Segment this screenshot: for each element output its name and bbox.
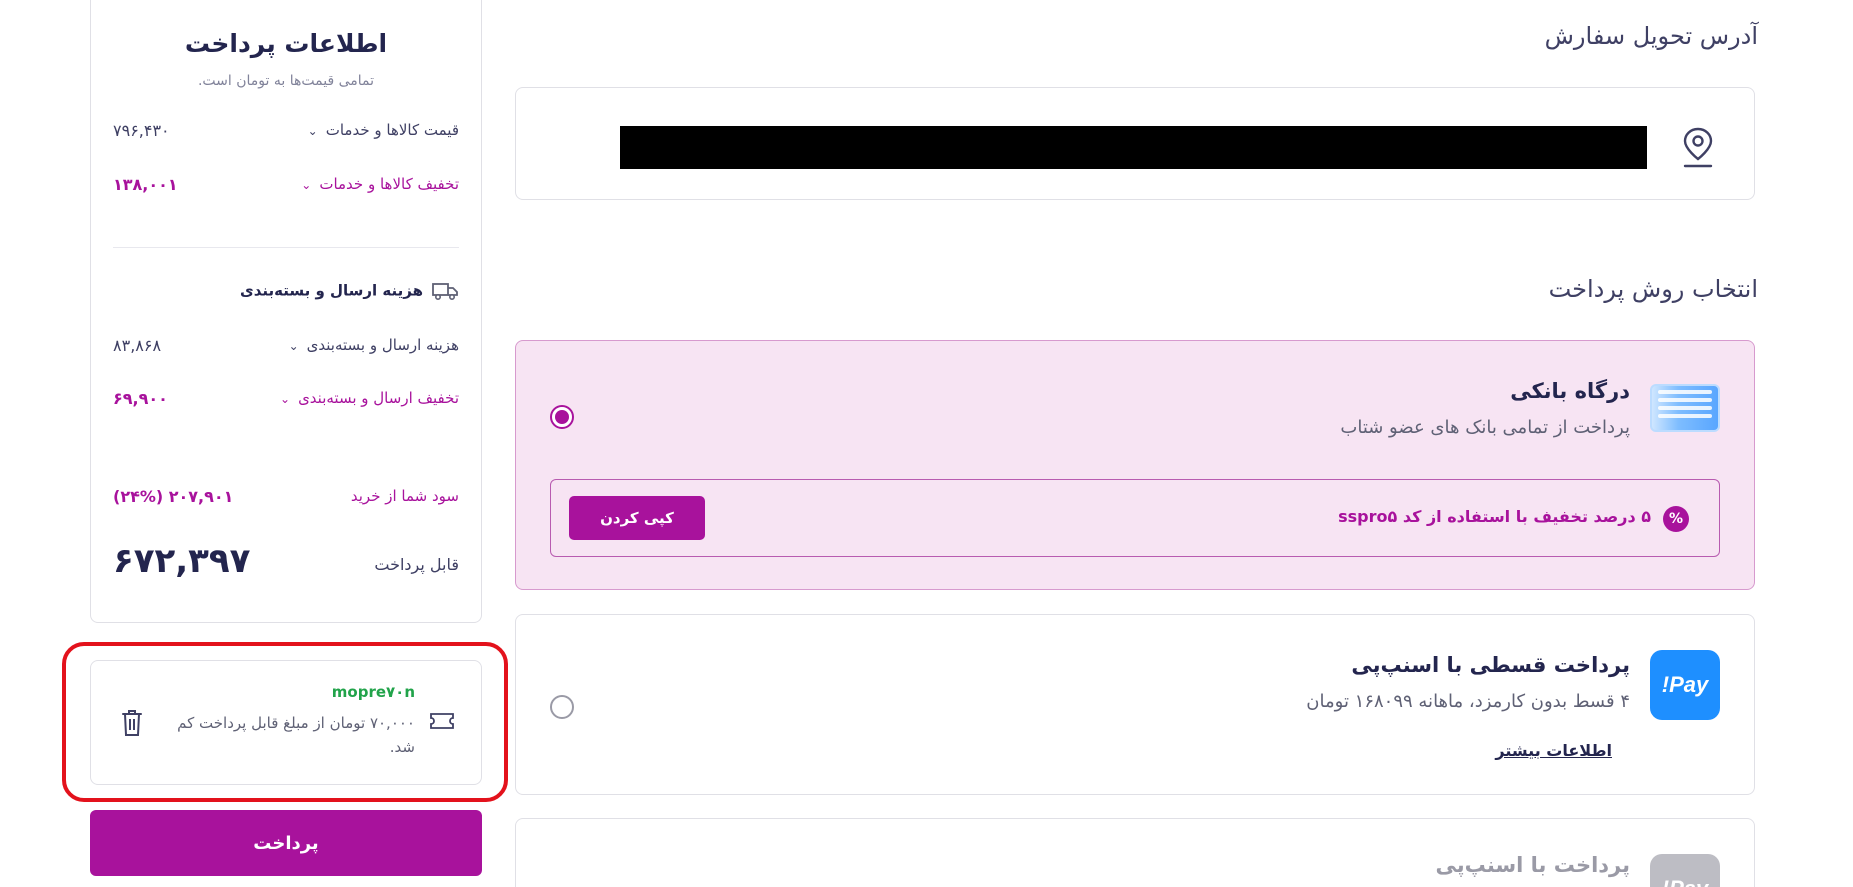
shipping-header: هزینه ارسال و بسته‌بندی (240, 281, 459, 301)
snappay-logo-icon: Pay! (1650, 650, 1720, 720)
truck-icon (432, 283, 458, 301)
trash-icon[interactable] (121, 709, 143, 737)
payment-radio-snappay-installment[interactable] (550, 695, 574, 719)
profit-label: سود شما از خرید (350, 487, 459, 505)
payment-option-name: درگاه بانکی (1510, 379, 1630, 403)
chevron-down-icon: ⌄ (280, 392, 291, 406)
voucher-card: mopre۷۰n ۷۰,۰۰۰ تومان از مبلغ قابل پرداخ… (90, 660, 482, 785)
items-discount-label: تخفیف کالاها و خدمات⌄ (301, 175, 459, 193)
payment-option-description: ۴ قسط بدون کارمزد، ماهانه ۱۶۸۰۹۹ تومان (1306, 691, 1630, 712)
payment-option-bank-gateway[interactable]: درگاه بانکی پرداخت از تمامی بانک های عضو… (515, 340, 1755, 590)
voucher-code: mopre۷۰n (331, 683, 415, 701)
pay-button[interactable]: پرداخت (90, 810, 482, 876)
bank-card-icon (1650, 384, 1720, 432)
summary-divider (113, 247, 459, 248)
shipping-cost-value: ۸۳,۸۶۸ (113, 336, 162, 355)
shipping-cost-label: هزینه ارسال و بسته‌بندی⌄ (288, 336, 459, 354)
payment-option-name: پرداخت با اسنپ‌پی (1435, 853, 1630, 877)
payment-method-title: انتخاب روش پرداخت (1548, 275, 1758, 303)
chevron-down-icon: ⌄ (307, 124, 318, 138)
delivery-address-title: آدرس تحویل سفارش (1544, 22, 1758, 50)
redacted-address (620, 126, 1647, 169)
shipping-discount-value: ۶۹,۹۰۰ (113, 389, 168, 408)
address-card[interactable] (515, 87, 1755, 200)
promo-code-box: % ۵ درصد تخفیف با استفاده از کد sspro۵ ک… (550, 479, 1720, 557)
checkout-page: آدرس تحویل سفارش انتخاب روش پرداخت درگاه… (0, 0, 1853, 887)
ticket-icon (430, 713, 454, 729)
payment-option-description: پرداخت از تمامی بانک های عضو شتاب (1340, 417, 1630, 438)
promo-text: ۵ درصد تخفیف با استفاده از کد sspro۵ (1338, 507, 1651, 526)
summary-subtitle: تمامی قیمت‌ها به تومان است. (197, 73, 375, 89)
total-label: قابل پرداخت (374, 555, 459, 574)
location-pin-icon (1683, 127, 1713, 168)
payment-radio-bank-gateway[interactable] (550, 405, 574, 429)
more-info-link[interactable]: اطلاعات بیشتر (1495, 741, 1612, 760)
summary-title: اطلاعات پرداخت (184, 29, 388, 58)
items-discount-row[interactable]: تخفیف کالاها و خدمات⌄ ۱۳۸,۰۰۱ (113, 175, 459, 199)
shipping-discount-label: تخفیف ارسال و بسته‌بندی⌄ (280, 389, 459, 407)
copy-code-button[interactable]: کپی کردن (569, 496, 705, 540)
payment-option-snappay[interactable]: Pay! پرداخت با اسنپ‌پی (515, 818, 1755, 887)
payment-option-name: پرداخت قسطی با اسنپ‌پی (1351, 653, 1630, 677)
payment-summary-card: اطلاعات پرداخت تمامی قیمت‌ها به تومان اس… (90, 0, 482, 623)
shipping-discount-row[interactable]: تخفیف ارسال و بسته‌بندی⌄ ۶۹,۹۰۰ (113, 389, 459, 413)
payment-option-snappay-installment[interactable]: Pay! پرداخت قسطی با اسنپ‌پی ۴ قسط بدون ک… (515, 614, 1755, 795)
profit-row: سود شما از خرید (۲۴%) ۲۰۷,۹۰۱ (113, 487, 459, 511)
items-discount-value: ۱۳۸,۰۰۱ (113, 175, 178, 194)
shipping-cost-row[interactable]: هزینه ارسال و بسته‌بندی⌄ ۸۳,۸۶۸ (113, 336, 459, 360)
chevron-down-icon: ⌄ (288, 339, 299, 353)
snappay-logo-icon: Pay! (1650, 854, 1720, 887)
total-value: ۶۷۲,۳۹۷ (113, 541, 251, 581)
items-price-row[interactable]: قیمت کالاها و خدمات⌄ ۷۹۶,۴۳۰ (113, 121, 459, 145)
voucher-description: ۷۰,۰۰۰ تومان از مبلغ قابل پرداخت کم شد. (177, 714, 415, 756)
total-row: قابل پرداخت ۶۷۲,۳۹۷ (113, 539, 459, 585)
items-price-label: قیمت کالاها و خدمات⌄ (307, 121, 459, 139)
chevron-down-icon: ⌄ (301, 178, 312, 192)
items-price-value: ۷۹۶,۴۳۰ (113, 121, 170, 140)
profit-value: (۲۴%) ۲۰۷,۹۰۱ (113, 487, 234, 506)
percent-badge-icon: % (1663, 506, 1689, 532)
